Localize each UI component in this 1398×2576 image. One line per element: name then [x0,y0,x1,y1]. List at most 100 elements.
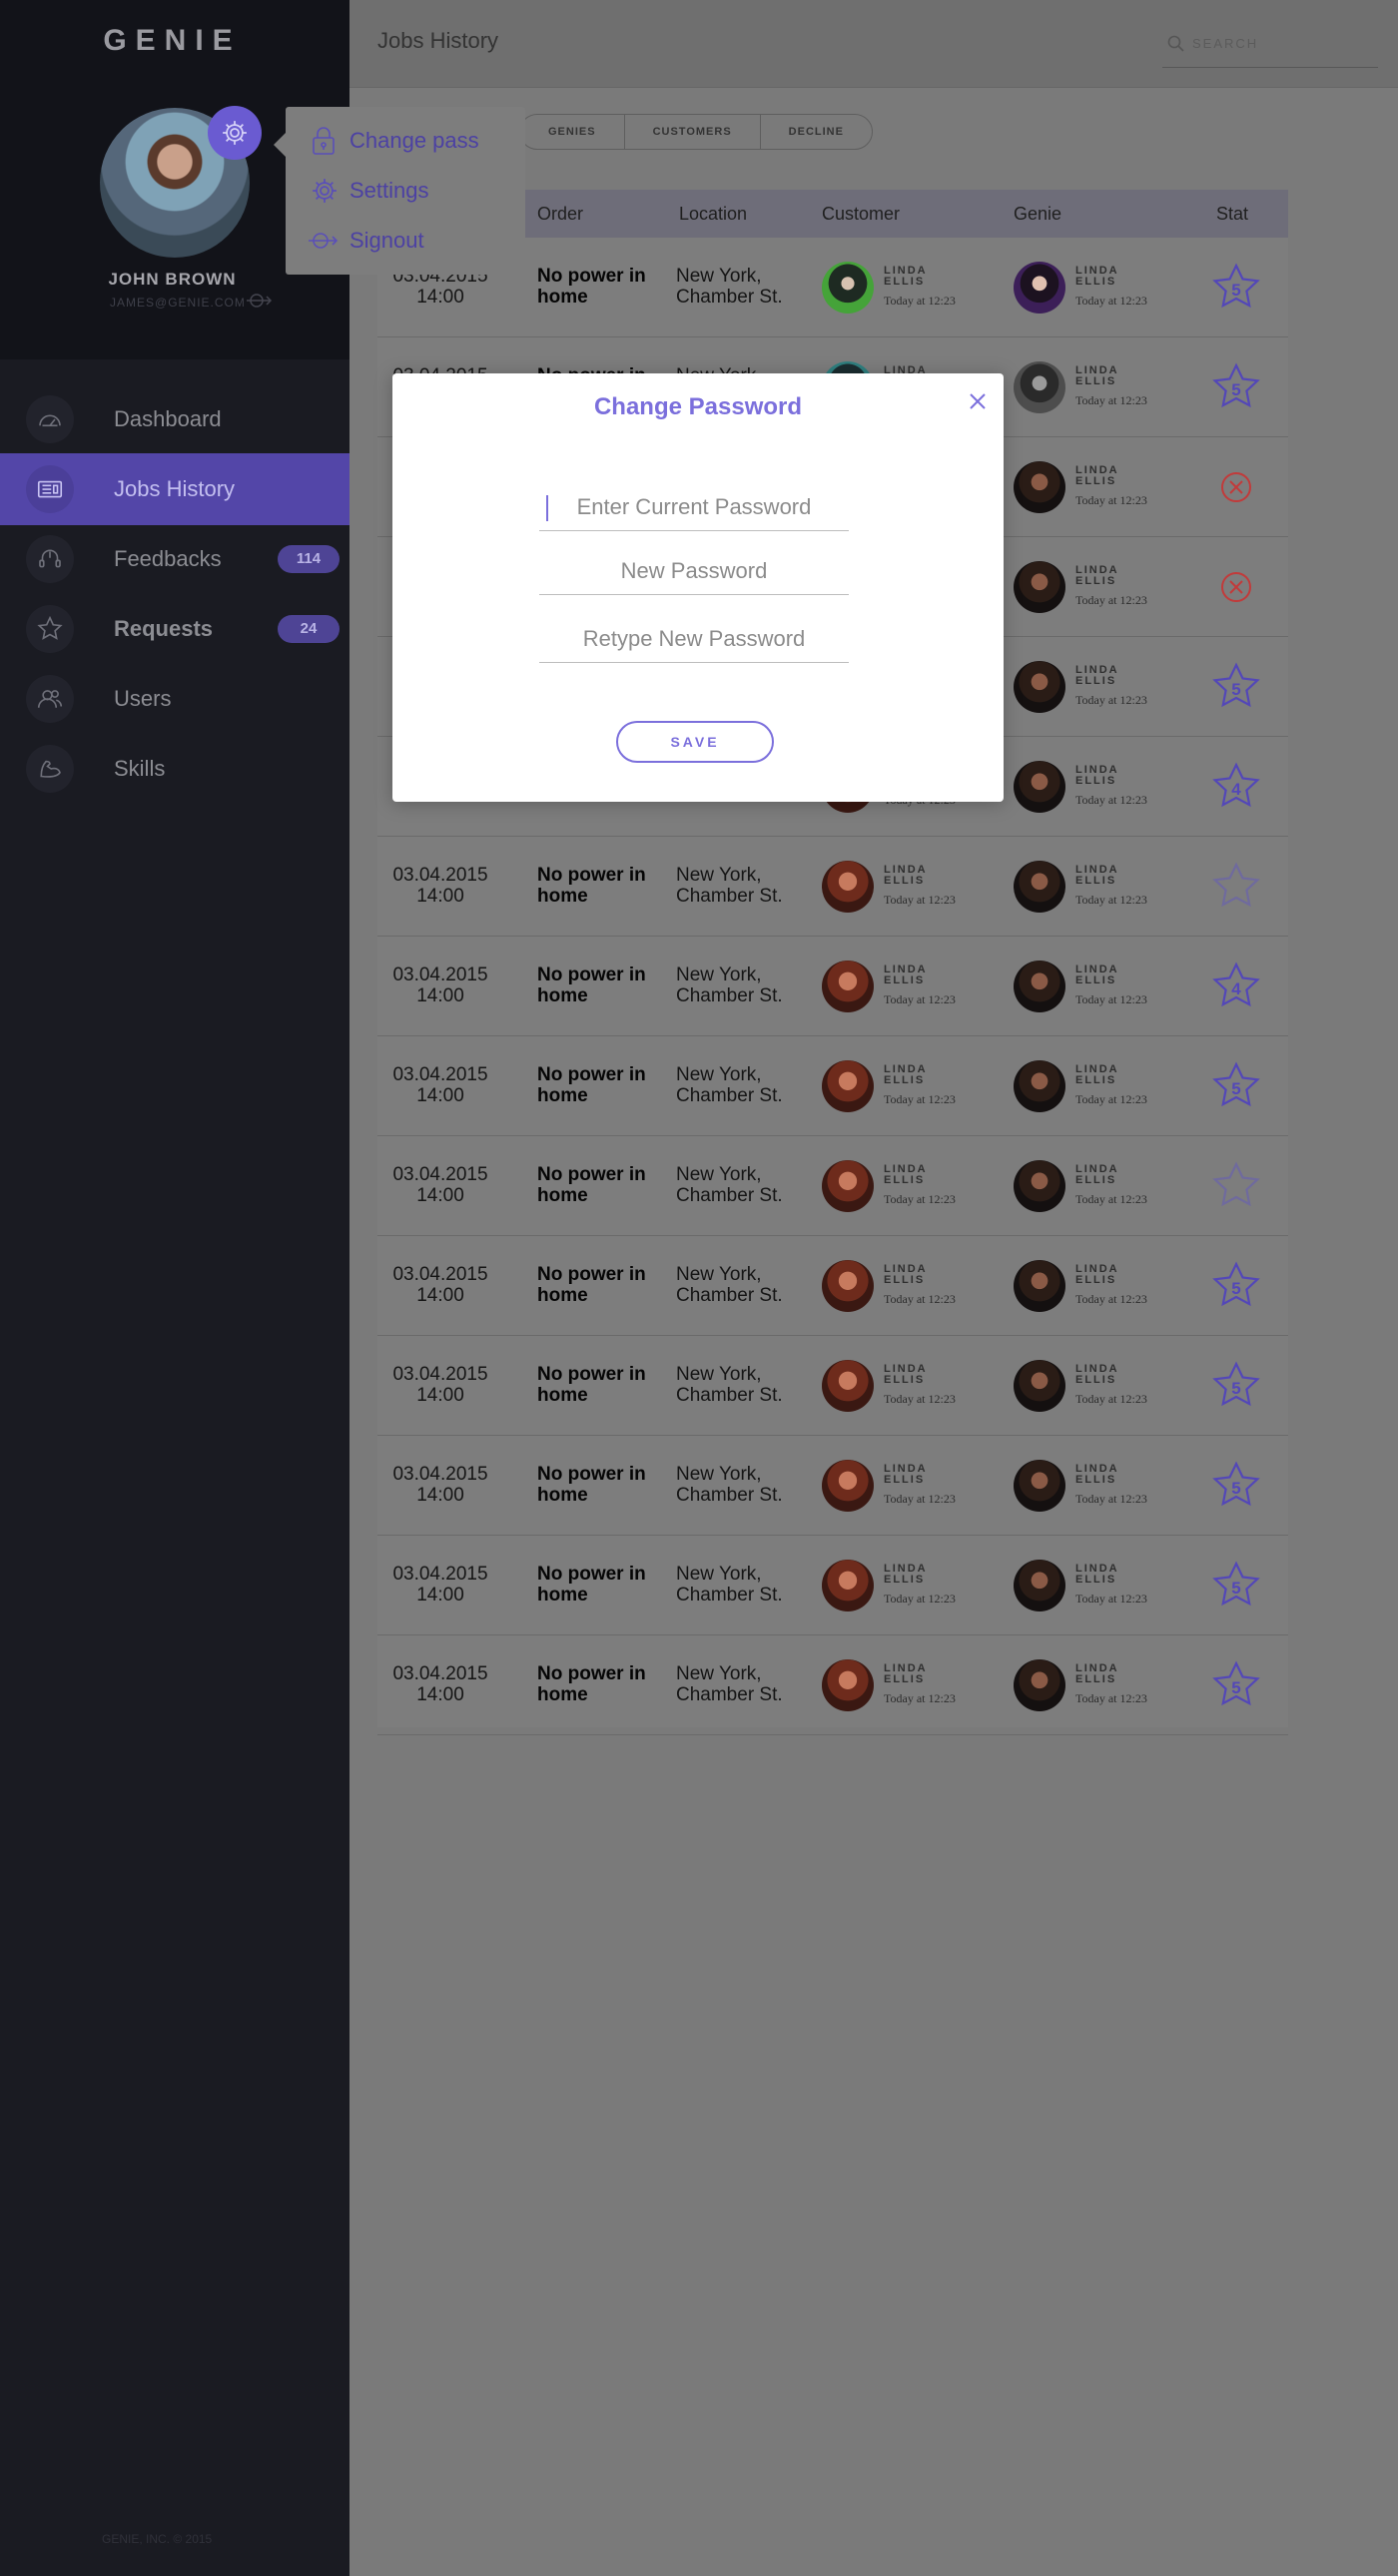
sidebar-item-requests[interactable]: Requests 24 [0,593,350,665]
page-title: Jobs History [377,28,499,53]
genie-cell[interactable]: LINDA ELLIS Today at 12:23 [1014,1460,1173,1512]
job-order: No power in home [537,865,646,907]
genie-cell[interactable]: LINDA ELLIS Today at 12:23 [1014,1060,1173,1112]
sidebar-item-dashboard[interactable]: Dashboard [0,383,350,455]
customer-time: Today at 12:23 [884,893,956,907]
svg-text:5: 5 [1231,680,1240,699]
genie-cell[interactable]: LINDA ELLIS Today at 12:23 [1014,461,1173,513]
menu-item-signout[interactable]: Signout [306,221,515,261]
genie-name: LINDA ELLIS [1075,1463,1119,1486]
genie-time: Today at 12:23 [1075,693,1147,707]
table-row[interactable]: 03.04.201514:00 No power in home New York,… [377,1336,1288,1436]
job-order: No power in home [537,1164,646,1206]
genie-time: Today at 12:23 [1075,793,1147,807]
tab-genies[interactable]: GENIES [520,115,624,149]
close-button[interactable] [964,387,992,415]
genie-cell[interactable]: LINDA ELLIS Today at 12:23 [1014,561,1173,613]
sidebar-item-jobs-history[interactable]: Jobs History [0,453,350,525]
genie-name: LINDA ELLIS [1075,764,1119,787]
customer-name: LINDA ELLIS [884,864,928,887]
table-row[interactable]: 03.04.201514:00 No power in home New York,… [377,937,1288,1036]
profile-settings-button[interactable] [208,106,262,160]
tab-decline[interactable]: DECLINE [759,115,872,149]
sidebar-item-label: Requests [114,616,214,641]
customer-cell[interactable]: LINDA ELLIS Today at 12:23 [822,861,982,913]
genie-cell[interactable]: LINDA ELLIS Today at 12:23 [1014,361,1173,413]
genie-cell[interactable]: LINDA ELLIS Today at 12:23 [1014,861,1173,913]
genie-cell[interactable]: LINDA ELLIS Today at 12:23 [1014,1160,1173,1212]
signout-icon [309,233,339,249]
menu-item-change-pass[interactable]: Change pass [306,121,515,161]
signout-small-button[interactable] [246,292,276,315]
customer-time: Today at 12:23 [884,1691,956,1705]
avatar [1014,1060,1065,1112]
customer-name: LINDA ELLIS [884,265,928,288]
avatar [822,1659,874,1711]
search-input[interactable]: SEARCH [1162,30,1378,68]
sidebar-item-label: Feedbacks [114,546,222,571]
genie-time: Today at 12:23 [1075,1492,1147,1506]
genie-cell[interactable]: LINDA ELLIS Today at 12:23 [1014,761,1173,813]
column-order[interactable]: Order [537,204,583,225]
modal-title: Change Password [593,393,803,420]
customer-name: LINDA ELLIS [884,1563,928,1586]
avatar [1014,761,1065,813]
table-row[interactable]: 03.04.201514:00 No power in home New York,… [377,1436,1288,1536]
avatar [822,861,874,913]
save-button[interactable]: SAVE [616,721,774,763]
genie-cell[interactable]: LINDA ELLIS Today at 12:23 [1014,1659,1173,1711]
rating-star-icon: 5 [1206,1556,1266,1615]
table-row[interactable]: 03.04.201514:00 No power in home New York,… [377,1635,1288,1735]
genie-name: LINDA ELLIS [1075,1063,1119,1086]
customer-cell[interactable]: LINDA ELLIS Today at 12:23 [822,1060,982,1112]
table-row[interactable]: 03.04.201514:00 No power in home New York,… [377,837,1288,937]
table-row[interactable]: 03.04.201514:00 No power in home New York,… [377,1536,1288,1635]
job-date: 03.04.201514:00 [392,865,488,907]
column-customer[interactable]: Customer [822,204,900,225]
sidebar-item-feedbacks[interactable]: Feedbacks 114 [0,523,350,595]
avatar [1014,461,1065,513]
menu-item-settings[interactable]: Settings [306,171,515,211]
customer-cell[interactable]: LINDA ELLIS Today at 12:23 [822,1460,982,1512]
sidebar-item-users[interactable]: Users [0,663,350,735]
genie-cell[interactable]: LINDA ELLIS Today at 12:23 [1014,1260,1173,1312]
genie-cell[interactable]: LINDA ELLIS Today at 12:23 [1014,1360,1173,1412]
job-location: New York, Chamber St. [676,865,783,907]
table-row[interactable]: 03.04.201514:00 No power in home New York,… [377,1136,1288,1236]
avatar [822,961,874,1012]
customer-cell[interactable]: LINDA ELLIS Today at 12:23 [822,1260,982,1312]
customer-cell[interactable]: LINDA ELLIS Today at 12:23 [822,1360,982,1412]
rating-star-icon: 5 [1206,1256,1266,1316]
sidebar-item-skills[interactable]: Skills [0,733,350,805]
new-password-input[interactable] [539,549,849,593]
job-date: 03.04.201514:00 [392,965,488,1006]
genie-cell[interactable]: LINDA ELLIS Today at 12:23 [1014,1560,1173,1611]
genie-cell[interactable]: LINDA ELLIS Today at 12:23 [1014,262,1173,314]
customer-cell[interactable]: LINDA ELLIS Today at 12:23 [822,961,982,1012]
column-genie[interactable]: Genie [1014,204,1061,225]
gear-icon [223,121,247,145]
retype-password-input[interactable] [539,617,849,661]
avatar [1014,861,1065,913]
column-location[interactable]: Location [679,204,747,225]
filter-tabs: GENIES CUSTOMERS DECLINE [519,114,873,150]
app-logo[interactable]: GENIE [0,24,345,58]
avatar [822,1360,874,1412]
genie-cell[interactable]: LINDA ELLIS Today at 12:23 [1014,961,1173,1012]
customer-cell[interactable]: LINDA ELLIS Today at 12:23 [822,262,982,314]
customer-cell[interactable]: LINDA ELLIS Today at 12:23 [822,1160,982,1212]
top-bar: Jobs History SEARCH [350,0,1398,88]
customer-cell[interactable]: LINDA ELLIS Today at 12:23 [822,1560,982,1611]
current-password-input[interactable] [539,485,849,529]
column-stat[interactable]: Stat [1216,204,1248,225]
genie-cell[interactable]: LINDA ELLIS Today at 12:23 [1014,661,1173,713]
rating-star-icon: 5 [1206,1655,1266,1715]
customer-cell[interactable]: LINDA ELLIS Today at 12:23 [822,1659,982,1711]
genie-name: LINDA ELLIS [1075,864,1119,887]
customer-time: Today at 12:23 [884,1092,956,1106]
table-row[interactable]: 03.04.201514:00 No power in home New York,… [377,1036,1288,1136]
genie-name: LINDA ELLIS [1075,1263,1119,1286]
tab-customers[interactable]: CUSTOMERS [623,115,760,149]
table-row[interactable]: 03.04.201514:00 No power in home New York,… [377,1236,1288,1336]
avatar [822,1160,874,1212]
